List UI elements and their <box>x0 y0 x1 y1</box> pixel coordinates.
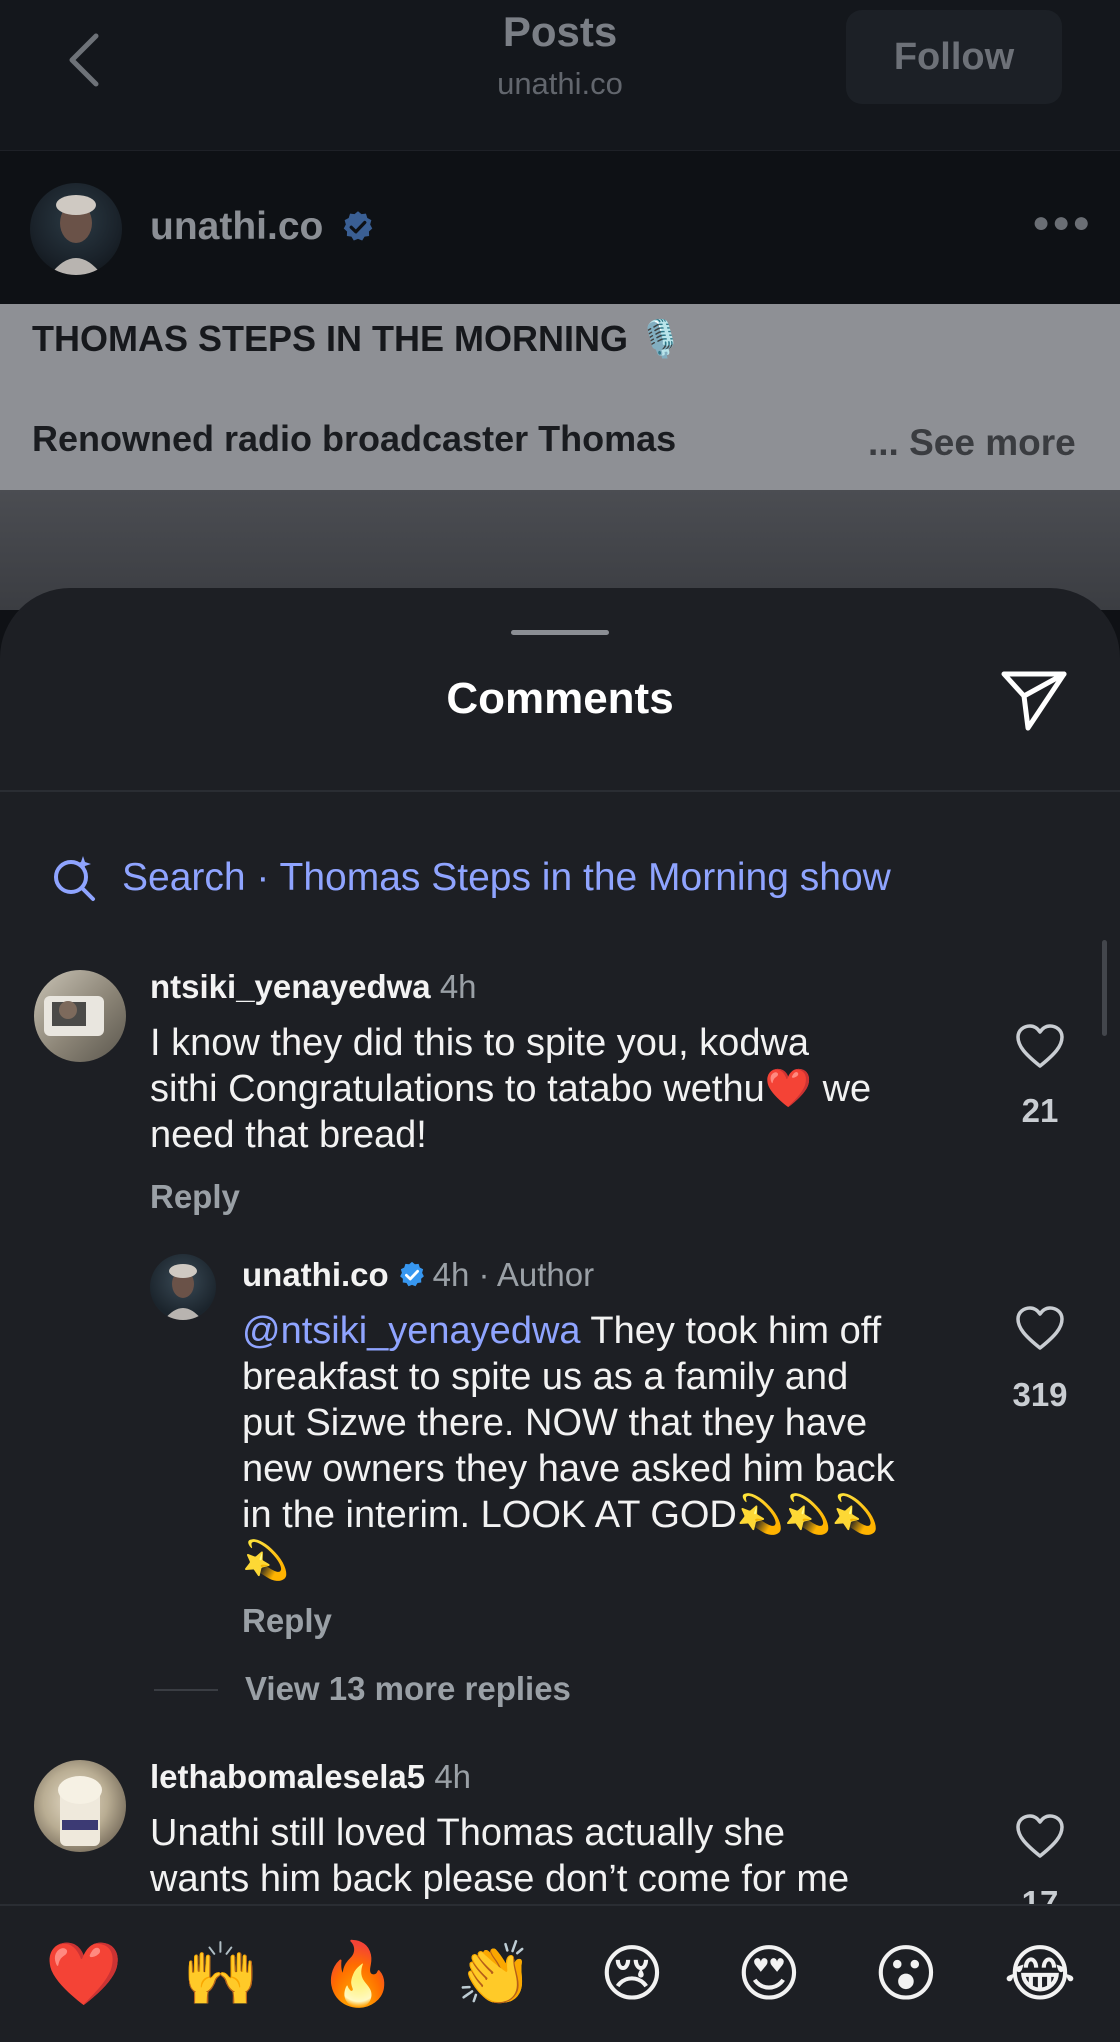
follow-button[interactable]: Follow <box>846 10 1062 104</box>
comment-time: 4h <box>439 968 477 1005</box>
avatar-image <box>50 195 102 275</box>
crying-face-emoji-button[interactable]: 😢 <box>592 1934 672 2014</box>
comment-line: Unathi still loved Thomas actually she <box>150 1812 786 1854</box>
comment-user[interactable]: ntsiki_yenayedwa 4h <box>150 968 477 1006</box>
comment-time: 4h <box>434 1758 472 1795</box>
view-more-replies-button[interactable]: View 13 more replies <box>245 1670 571 1708</box>
comment-line: breakfast to spite us as a family and <box>242 1356 849 1398</box>
comment-line: need that bread! <box>150 1114 427 1156</box>
like-count: 21 <box>1021 1092 1059 1129</box>
heart-eyes-emoji-button[interactable]: 😍 <box>729 1934 809 2014</box>
reply-button[interactable]: Reply <box>150 1178 240 1216</box>
red-heart-emoji-button[interactable]: ❤️ <box>44 1934 124 2014</box>
comment-line: 💫 <box>242 1540 290 1582</box>
see-more-link[interactable]: ... See more <box>868 422 1076 464</box>
caption-title: THOMAS STEPS IN THE MORNING 🎙️ <box>32 318 683 359</box>
scrollbar[interactable] <box>1102 940 1107 1036</box>
heart-icon[interactable] <box>1015 1814 1065 1860</box>
comment-time: 4h · Author <box>432 1256 595 1293</box>
heart-icon[interactable] <box>1015 1024 1065 1070</box>
comment-line: sithi Congratulations to tatabo wethu❤️ … <box>150 1068 872 1110</box>
comment-text: Unathi still loved Thomas actually she w… <box>150 1810 980 1902</box>
clapping-hands-emoji-button[interactable]: 👏 <box>455 1934 535 2014</box>
sheet-divider <box>0 790 1120 792</box>
comment-username[interactable]: ntsiki_yenayedwa <box>150 968 431 1005</box>
verified-badge-icon <box>340 209 376 250</box>
post-author-avatar[interactable] <box>30 183 122 275</box>
verified-badge-icon <box>397 1260 427 1298</box>
avatar-image <box>164 1264 202 1320</box>
raising-hands-emoji-button[interactable]: 🙌 <box>181 1934 261 2014</box>
comment-user[interactable]: unathi.co 4h · Author <box>242 1256 594 1298</box>
send-icon <box>1001 671 1067 731</box>
surprised-face-emoji-button[interactable]: 😮 <box>866 1934 946 2014</box>
heart-icon[interactable] <box>1015 1306 1065 1352</box>
caption-text: Renowned radio broadcaster Thomas <box>32 418 677 459</box>
like-count: 319 <box>1012 1376 1068 1413</box>
comment-user[interactable]: lethabomalesela5 4h <box>150 1758 471 1796</box>
search-sparkle-icon <box>54 856 95 901</box>
emoji-reaction-bar <box>0 1904 1120 2042</box>
related-search-link[interactable]: Search · Thomas Steps in the Morning sho… <box>50 850 891 906</box>
comment-text: @ntsiki_yenayedwa They took him off brea… <box>242 1308 982 1584</box>
comment-username[interactable]: unathi.co <box>242 1256 389 1293</box>
comment-text: I know they did this to spite you, kodwa… <box>150 1020 980 1158</box>
reply-button[interactable]: Reply <box>242 1602 332 1640</box>
fire-emoji-button[interactable]: 🔥 <box>318 1934 398 2014</box>
avatar-image <box>44 996 104 1036</box>
avatar-image <box>58 1776 102 1846</box>
avatar[interactable] <box>150 1254 216 1320</box>
sheet-title: Comments <box>446 674 674 723</box>
related-search-text: Search · Thomas Steps in the Morning sho… <box>122 856 891 899</box>
comment-username[interactable]: lethabomalesela5 <box>150 1758 425 1795</box>
comment-line: They took him off <box>580 1310 882 1352</box>
view-replies-line <box>154 1689 218 1691</box>
comment-line: I know they did this to spite you, kodwa <box>150 1022 810 1064</box>
laughing-tears-emoji-button[interactable]: 😂 <box>1000 1934 1080 2014</box>
comment-line: new owners they have asked him back <box>242 1448 895 1490</box>
comment-line: wants him back please don’t come for me <box>150 1858 850 1900</box>
post-author-name[interactable]: unathi.co <box>150 205 323 249</box>
mention-link[interactable]: @ntsiki_yenayedwa <box>242 1310 581 1352</box>
more-options-icon[interactable]: ●●● <box>1032 206 1092 240</box>
avatar[interactable] <box>34 970 126 1062</box>
share-button[interactable] <box>998 666 1070 734</box>
comment-line: in the interim. LOOK AT GOD💫💫💫 <box>242 1494 879 1536</box>
avatar[interactable] <box>34 1760 126 1852</box>
sheet-drag-handle[interactable] <box>511 630 609 635</box>
comment-line: put Sizwe there. NOW that they have <box>242 1402 868 1444</box>
